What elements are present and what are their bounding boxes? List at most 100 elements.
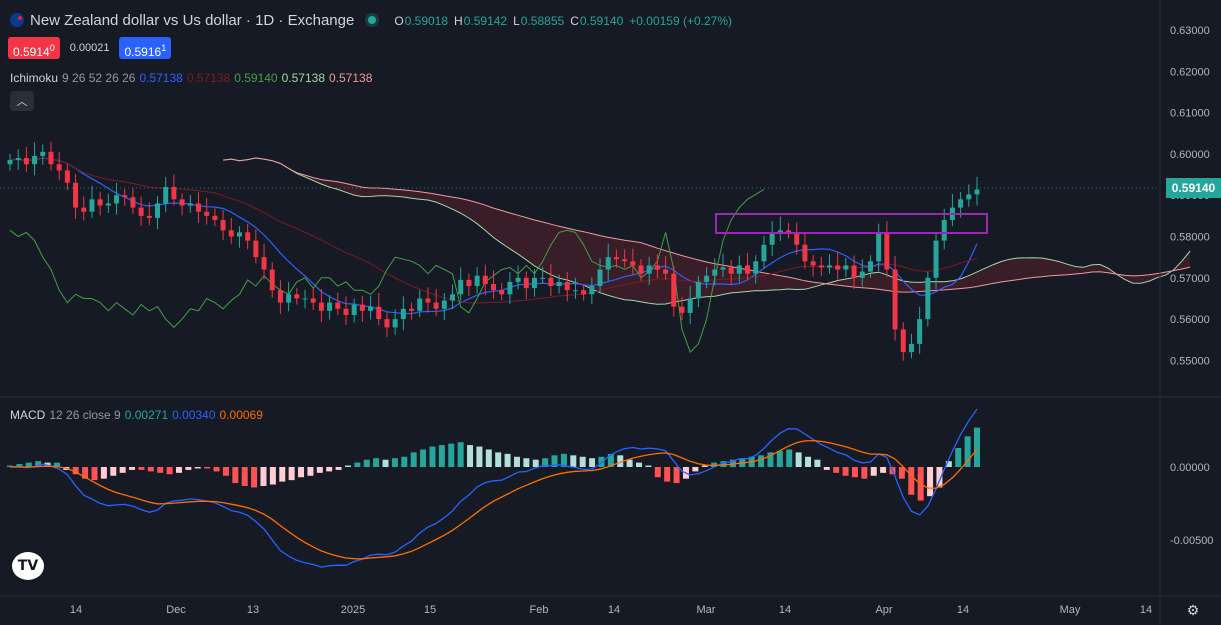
- candle-body: [302, 298, 308, 300]
- macd-hist-bar: [692, 467, 699, 472]
- macd-hist-bar: [495, 452, 502, 467]
- time-tick-label: 14: [957, 604, 969, 616]
- time-tick-label: May: [1060, 604, 1081, 616]
- buy-button[interactable]: 0.59161: [119, 37, 172, 59]
- time-tick-label: 2025: [341, 604, 365, 616]
- macd-tick-label: -0.00500: [1170, 535, 1213, 547]
- macd-hist-bar: [654, 467, 661, 478]
- macd-hist-bar: [260, 467, 267, 486]
- candle-body: [491, 283, 496, 291]
- macd-hist-bar: [335, 467, 342, 470]
- tradingview-logo[interactable]: TV: [12, 552, 44, 580]
- macd-signal-value: 0.00069: [219, 408, 263, 422]
- candle-body: [900, 329, 906, 353]
- price-chart[interactable]: 0.630000.620000.610000.600000.590000.580…: [0, 0, 1221, 625]
- candle-body: [56, 164, 62, 171]
- macd-hist-bar: [795, 452, 802, 467]
- candle-body: [712, 269, 718, 276]
- collapse-legend-button[interactable]: ︿: [10, 91, 34, 111]
- candle-body: [556, 281, 562, 287]
- candle-body: [204, 211, 210, 216]
- price-tick-label: 0.61000: [1170, 108, 1210, 120]
- market-status-icon[interactable]: [368, 16, 377, 24]
- candle-body: [253, 240, 259, 258]
- candle-body: [171, 186, 177, 200]
- candle-body: [605, 257, 611, 270]
- macd-hist-bar: [129, 467, 136, 470]
- candle-body: [974, 189, 980, 195]
- macd-hist-bar: [232, 467, 239, 484]
- macd-hist-bar: [589, 458, 596, 467]
- candle-body: [589, 286, 595, 295]
- candle-body: [704, 275, 710, 282]
- macd-hist-bar: [570, 455, 577, 467]
- macd-hist-bar: [485, 449, 492, 467]
- candle-body: [671, 273, 677, 307]
- ohlc-values: O0.59018 H0.59142 L0.58855 C0.59140 +0.00159…: [388, 12, 732, 28]
- candle-body: [40, 151, 46, 156]
- ichimoku-legend[interactable]: Ichimoku 9 26 52 26 26 0.57138 0.57138 0…: [10, 71, 372, 85]
- macd-hist-bar: [823, 467, 830, 470]
- candle-body: [663, 269, 669, 274]
- time-tick-label: 14: [1140, 604, 1152, 616]
- ichimoku-label: Ichimoku: [10, 71, 59, 85]
- macd-hist-bar: [373, 458, 380, 467]
- candle-body: [89, 199, 95, 212]
- candle-body: [646, 265, 652, 274]
- macd-hist-bar: [758, 455, 765, 467]
- macd-hist-bar: [504, 453, 511, 467]
- gear-icon[interactable]: ⚙: [1184, 601, 1202, 619]
- candle-body: [515, 277, 521, 282]
- candle-body: [368, 306, 374, 311]
- macd-hist-bar: [269, 467, 276, 485]
- candle-body: [7, 160, 13, 165]
- price-tick-label: 0.62000: [1170, 66, 1210, 78]
- candle-body: [630, 261, 636, 266]
- candle-body: [261, 257, 267, 270]
- candle-body: [138, 207, 144, 216]
- macd-hist-bar: [870, 467, 877, 476]
- macd-hist-bar: [833, 467, 840, 473]
- candle-body: [835, 265, 841, 270]
- candle-body: [23, 158, 29, 165]
- macd-hist-bar: [279, 467, 286, 482]
- ohlc-value: 0.59142: [463, 14, 508, 28]
- candle-body: [450, 294, 456, 301]
- macd-hist-bar: [579, 456, 586, 467]
- macd-hist-bar: [438, 445, 445, 467]
- symbol-header: New Zealand dollar vs Us dollar · 1D · E…: [10, 10, 732, 30]
- ichimoku-lagging-value: 0.59140: [234, 71, 278, 85]
- macd-hist-bar: [157, 467, 164, 473]
- candle-body: [277, 290, 283, 303]
- macd-hist-bar: [175, 467, 182, 473]
- candle-body: [925, 277, 931, 320]
- price-tick-label: 0.55000: [1170, 355, 1210, 367]
- candle-body: [318, 302, 324, 311]
- candle-body: [220, 219, 226, 231]
- candle-body: [794, 232, 800, 245]
- ichimoku-params: 9 26 52 26 26: [62, 71, 136, 85]
- sell-button[interactable]: 0.59140: [8, 37, 60, 59]
- candle-body: [327, 302, 333, 311]
- candle-body: [531, 277, 537, 289]
- trade-buttons: 0.59140 0.00021 0.59161: [8, 37, 172, 59]
- macd-hist-bar: [298, 467, 305, 478]
- candle-body: [409, 308, 415, 311]
- candle-body: [695, 281, 701, 299]
- ohlc-value: +0.00159 (+0.27%): [629, 14, 732, 28]
- macd-hist-bar: [467, 445, 474, 467]
- candle-body: [32, 155, 38, 165]
- time-tick-label: Feb: [530, 604, 549, 616]
- candle-body: [294, 294, 300, 299]
- macd-hist-bar: [100, 467, 107, 479]
- macd-hist-bar: [401, 456, 408, 467]
- macd-hist-bar: [786, 449, 793, 467]
- candle-body: [466, 279, 472, 287]
- macd-legend[interactable]: MACD 12 26 close 9 0.00271 0.00340 0.000…: [10, 408, 263, 422]
- symbol-title[interactable]: New Zealand dollar vs Us dollar · 1D · E…: [30, 12, 354, 29]
- candle-body: [884, 232, 890, 270]
- candle-body: [892, 269, 898, 330]
- ichimoku-span-a-value: 0.57138: [281, 71, 325, 85]
- candle-body: [572, 290, 578, 292]
- candle-body: [507, 281, 513, 295]
